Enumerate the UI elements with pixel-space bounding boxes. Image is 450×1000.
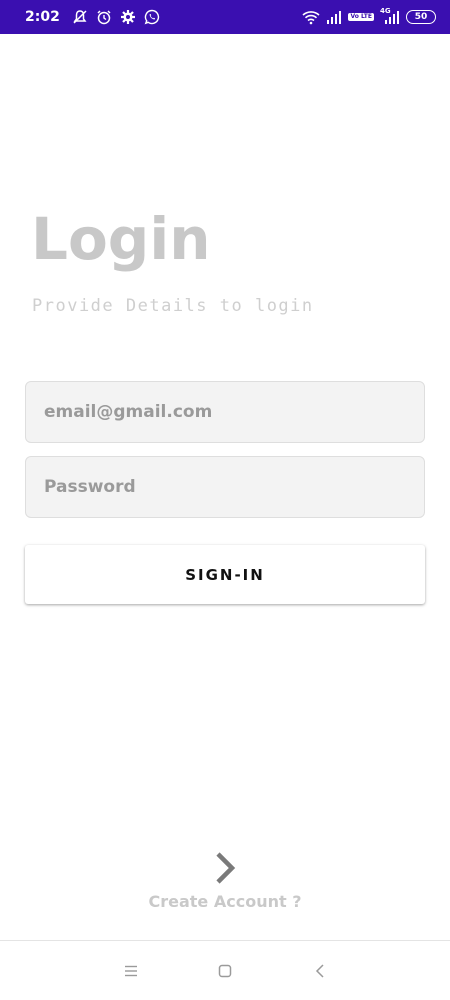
sign-in-button[interactable]: SIGN-IN	[25, 545, 425, 604]
back-icon[interactable]	[308, 959, 332, 983]
chevron-right-icon	[216, 852, 236, 884]
status-time: 2:02	[25, 9, 60, 25]
home-icon[interactable]	[213, 959, 237, 983]
battery-icon: 50	[406, 10, 436, 24]
create-account-label: Create Account ?	[148, 892, 302, 911]
password-field[interactable]	[25, 456, 425, 518]
menu-icon[interactable]	[119, 959, 143, 983]
settings-icon	[120, 10, 135, 24]
email-field[interactable]	[25, 381, 425, 443]
mute-icon	[73, 10, 87, 24]
page-subtitle: Provide Details to login	[32, 296, 314, 316]
status-left-group: 2:02	[25, 9, 160, 25]
signal-4g-icon: 4G	[380, 7, 400, 25]
status-bar: 2:02 Vo LTE 4G 50	[0, 0, 450, 34]
status-right-group: Vo LTE 4G 50	[302, 7, 436, 25]
volte-icon: Vo LTE	[348, 13, 374, 21]
alarm-icon	[97, 10, 111, 25]
page-title: Login	[31, 205, 211, 273]
wifi-icon	[302, 11, 320, 25]
signal-icon	[327, 11, 342, 24]
create-account-link[interactable]: Create Account ?	[0, 850, 450, 911]
navigation-bar	[0, 940, 450, 1000]
whatsapp-icon	[144, 9, 159, 25]
signal-bars-icon	[385, 11, 399, 24]
